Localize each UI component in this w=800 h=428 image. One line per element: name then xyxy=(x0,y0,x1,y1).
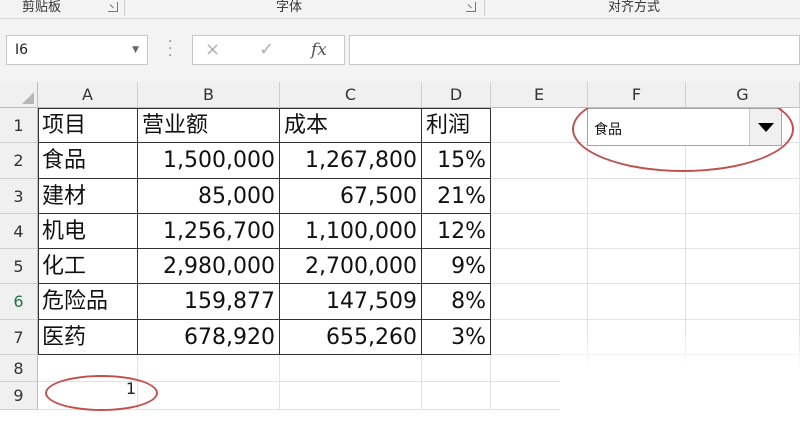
cell-b1[interactable]: 营业额 xyxy=(138,108,280,143)
cell-e2[interactable] xyxy=(491,143,588,179)
cell-c7[interactable]: 655,260 xyxy=(280,320,422,355)
cell-a7[interactable]: 医药 xyxy=(38,320,138,355)
row-header-6[interactable]: 6 xyxy=(0,284,38,320)
clipboard-group-label: 剪贴板 xyxy=(22,0,62,15)
image-fade-overlay xyxy=(560,330,800,428)
cell-d3[interactable]: 21% xyxy=(422,179,491,214)
cell-f5[interactable] xyxy=(588,249,686,284)
column-header-b[interactable]: B xyxy=(138,82,280,108)
name-box-value: I6 xyxy=(15,42,29,58)
cell-g6[interactable] xyxy=(686,284,800,320)
cell-d1[interactable]: 利润 xyxy=(422,108,491,143)
cell-b4[interactable]: 1,256,700 xyxy=(138,214,280,249)
alignment-group-label: 对齐方式 xyxy=(608,0,661,15)
column-header-f[interactable]: F xyxy=(588,82,686,108)
cell-d6[interactable]: 8% xyxy=(422,284,491,320)
cell-c8[interactable] xyxy=(280,355,422,382)
column-header-c[interactable]: C xyxy=(280,82,422,108)
ribbon-group-labels: 剪贴板 字体 对齐方式 xyxy=(0,0,800,19)
name-box-dropdown-icon[interactable]: ▼ xyxy=(132,45,139,55)
cell-g3[interactable] xyxy=(686,179,800,214)
cell-e5[interactable] xyxy=(491,249,588,284)
cell-b3[interactable]: 85,000 xyxy=(138,179,280,214)
cell-d2[interactable]: 15% xyxy=(422,143,491,179)
row-header-9[interactable]: 9 xyxy=(0,382,38,410)
cell-d7[interactable]: 3% xyxy=(422,320,491,355)
cell-b9[interactable] xyxy=(138,382,280,410)
formula-buttons: × ✓ fx xyxy=(192,35,345,65)
cell-f3[interactable] xyxy=(588,179,686,214)
cell-a1[interactable]: 项目 xyxy=(38,108,138,143)
dropdown-arrow-icon[interactable] xyxy=(749,109,781,145)
cell-a4[interactable]: 机电 xyxy=(38,214,138,249)
formula-input[interactable] xyxy=(349,35,800,65)
cell-c4[interactable]: 1,100,000 xyxy=(280,214,422,249)
row-header-1[interactable]: 1 xyxy=(0,108,38,143)
cell-b7[interactable]: 678,920 xyxy=(138,320,280,355)
cell-c6[interactable]: 147,509 xyxy=(280,284,422,320)
cell-b2[interactable]: 1,500,000 xyxy=(138,143,280,179)
cell-a6[interactable]: 危险品 xyxy=(38,284,138,320)
cell-b6[interactable]: 159,877 xyxy=(138,284,280,320)
row-header-8[interactable]: 8 xyxy=(0,355,38,382)
row-header-5[interactable]: 5 xyxy=(0,249,38,284)
cell-a2[interactable]: 食品 xyxy=(38,143,138,179)
cell-c1[interactable]: 成本 xyxy=(280,108,422,143)
ribbon-separator xyxy=(124,0,125,16)
cell-a3[interactable]: 建材 xyxy=(38,179,138,214)
font-dialog-launcher-icon[interactable] xyxy=(466,2,476,12)
cell-f4[interactable] xyxy=(588,214,686,249)
column-header-e[interactable]: E xyxy=(491,82,588,108)
column-header-d[interactable]: D xyxy=(422,82,491,108)
cell-g5[interactable] xyxy=(686,249,800,284)
enter-icon[interactable]: ✓ xyxy=(259,39,274,60)
category-dropdown[interactable]: 食品 xyxy=(587,108,782,146)
cell-f2[interactable] xyxy=(588,143,686,179)
select-all-button[interactable] xyxy=(0,82,38,108)
cell-d9[interactable] xyxy=(422,382,491,410)
column-header-g[interactable]: G xyxy=(686,82,800,108)
cell-e4[interactable] xyxy=(491,214,588,249)
column-header-a[interactable]: A xyxy=(38,82,138,108)
ribbon-separator xyxy=(484,0,485,16)
cell-e3[interactable] xyxy=(491,179,588,214)
formula-bar-resize-handle[interactable]: · · · xyxy=(168,35,172,63)
cell-g2[interactable] xyxy=(686,143,800,179)
cancel-icon[interactable]: × xyxy=(205,39,220,60)
row-header-4[interactable]: 4 xyxy=(0,214,38,249)
cell-b8[interactable] xyxy=(138,355,280,382)
cell-d4[interactable]: 12% xyxy=(422,214,491,249)
cell-a8[interactable] xyxy=(38,355,138,382)
cell-g4[interactable] xyxy=(686,214,800,249)
insert-function-icon[interactable]: fx xyxy=(311,40,327,60)
font-group-label: 字体 xyxy=(276,0,303,15)
row-header-7[interactable]: 7 xyxy=(0,320,38,355)
cell-c2[interactable]: 1,267,800 xyxy=(280,143,422,179)
cell-d8[interactable] xyxy=(422,355,491,382)
formula-bar: I6 ▼ · · · × ✓ fx xyxy=(0,19,800,82)
cell-b5[interactable]: 2,980,000 xyxy=(138,249,280,284)
clipboard-dialog-launcher-icon[interactable] xyxy=(108,2,118,12)
cell-c9[interactable] xyxy=(280,382,422,410)
cell-f6[interactable] xyxy=(588,284,686,320)
name-box[interactable]: I6 ▼ xyxy=(6,35,148,65)
cell-d5[interactable]: 9% xyxy=(422,249,491,284)
cell-c5[interactable]: 2,700,000 xyxy=(280,249,422,284)
cell-e6[interactable] xyxy=(491,284,588,320)
cell-a5[interactable]: 化工 xyxy=(38,249,138,284)
cell-a9-value[interactable]: 1 xyxy=(40,379,136,398)
cell-c3[interactable]: 67,500 xyxy=(280,179,422,214)
row-header-3[interactable]: 3 xyxy=(0,179,38,214)
cell-e1[interactable] xyxy=(491,108,588,143)
dropdown-selected-value: 食品 xyxy=(594,122,622,138)
row-header-2[interactable]: 2 xyxy=(0,143,38,179)
